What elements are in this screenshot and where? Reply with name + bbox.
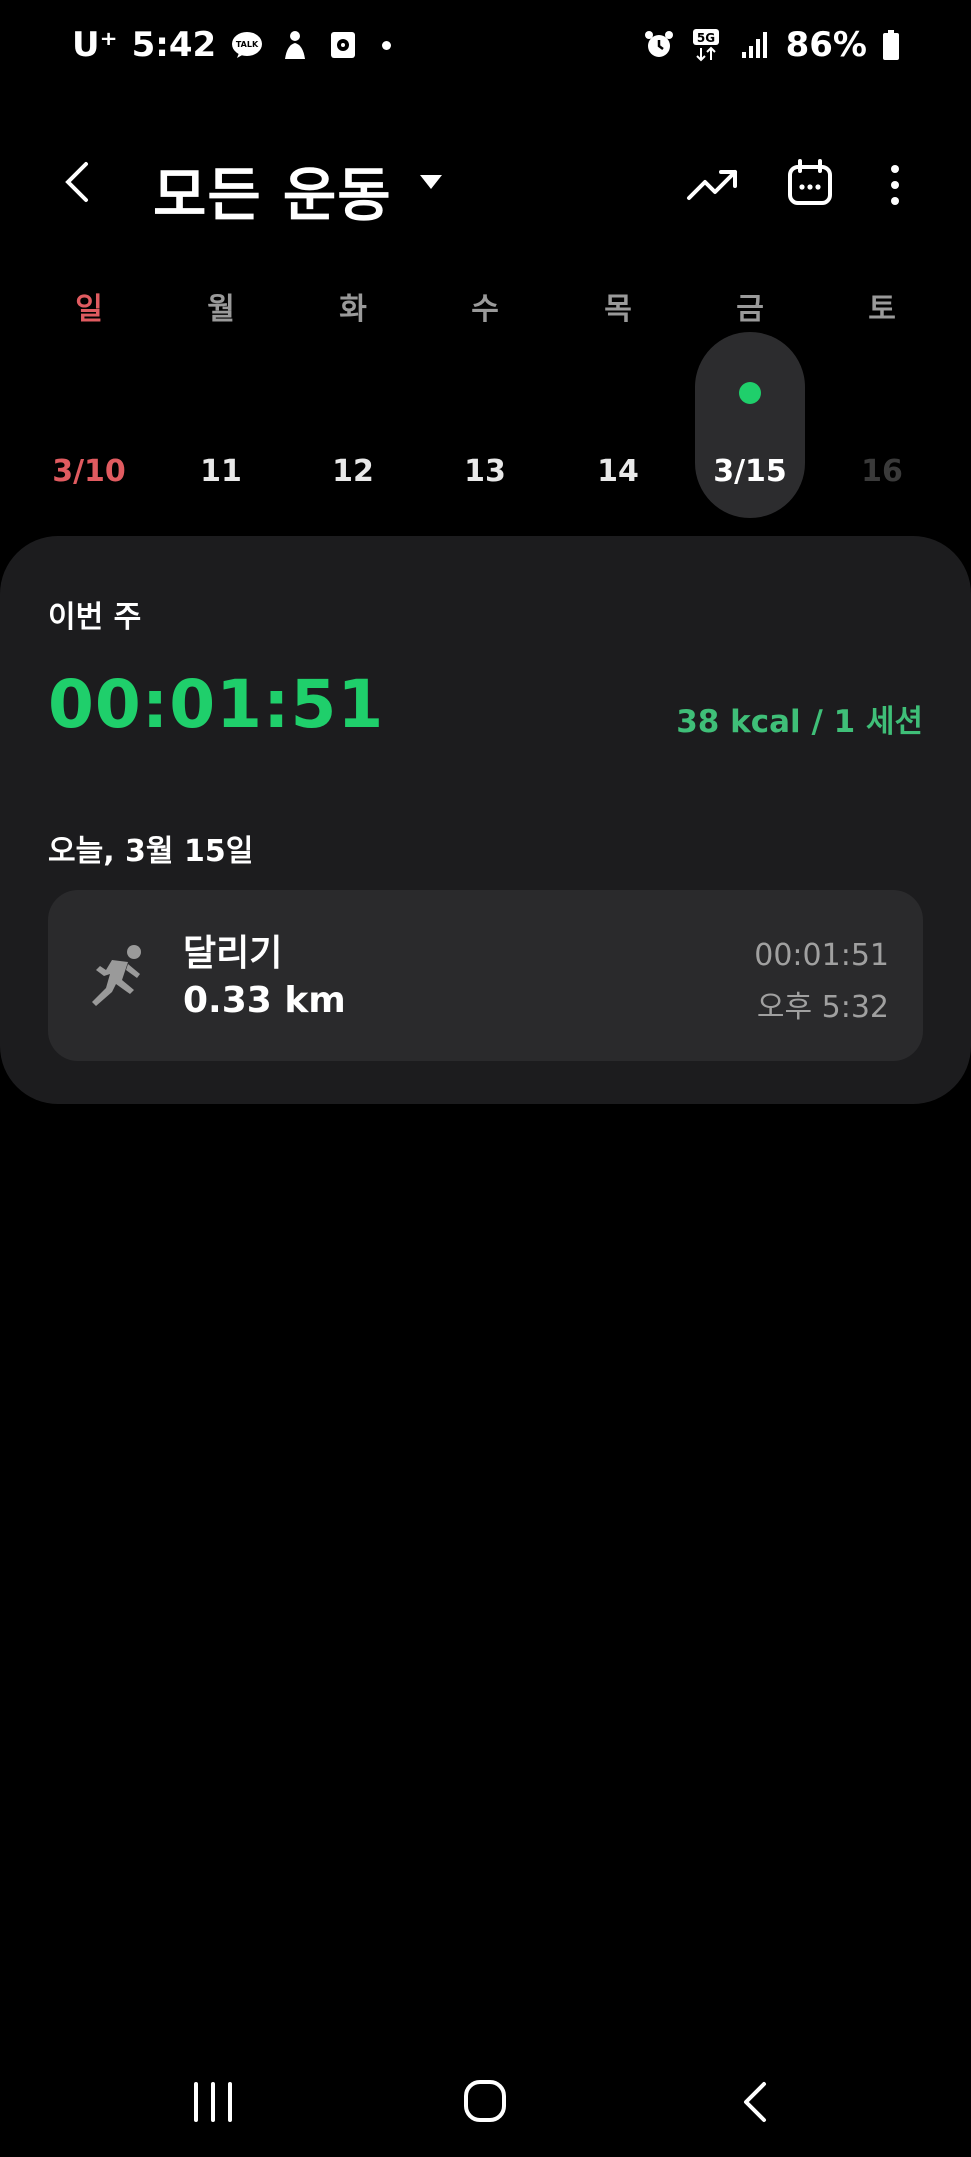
battery-icon [881,28,901,62]
battery-percent: 86% [785,25,867,65]
home-icon [464,2080,506,2122]
notification-figure-icon [278,28,312,62]
calendar-icon [788,159,832,205]
day-friday-selected[interactable]: 금 3/15 [695,272,805,532]
day-date: 12 [332,454,374,489]
status-bar-right: 5G 86% [642,25,901,65]
day-sunday[interactable]: 일 3/10 [34,272,144,532]
day-saturday: 토 16 [827,272,937,532]
nav-back-icon [744,2082,766,2122]
nav-back-button[interactable] [740,2080,770,2124]
trend-icon [687,170,737,200]
dot-icon [382,40,392,50]
workout-name: 달리기 [183,933,283,974]
day-date: 11 [200,454,242,489]
day-name: 목 [604,292,632,327]
running-icon [82,940,154,1010]
carrier-label: U⁺ [72,25,118,65]
back-button[interactable] [50,152,110,212]
signal-icon [738,28,772,62]
selected-day-highlight [695,332,805,518]
day-name: 수 [471,292,499,327]
screenshot-icon [326,28,360,62]
workout-distance: 0.33 km [183,980,346,1021]
week-label: 이번 주 [48,600,142,635]
day-name: 일 [75,292,103,327]
svg-text:TALK: TALK [236,40,259,49]
home-button[interactable] [462,2078,508,2124]
status-bar: U⁺ 5:42 TALK 5G 86% [0,0,971,90]
dropdown-icon[interactable] [418,172,444,192]
status-time: 5:42 [131,25,217,65]
day-name: 월 [207,292,235,327]
talk-icon: TALK [230,28,264,62]
workout-duration: 00:01:51 [754,938,889,973]
day-date: 13 [464,454,506,489]
recent-apps-button[interactable] [190,2080,236,2124]
recent-apps-icon [194,2082,232,2122]
workout-start-time: 오후 5:32 [756,990,889,1025]
weekly-total-time: 00:01:51 [48,666,385,743]
weekly-calories-sessions: 38 kcal / 1 세션 [676,704,923,740]
trend-button[interactable] [685,160,741,210]
more-options-button[interactable] [880,155,910,215]
page-title[interactable]: 모든 운동 [153,148,392,232]
app-bar: 모든 운동 [0,130,971,240]
day-wednesday[interactable]: 수 13 [430,272,540,532]
day-date: 3/15 [713,454,787,489]
day-date: 3/10 [52,454,126,489]
day-name: 금 [736,292,764,327]
more-icon [891,165,899,205]
alarm-icon [642,28,676,62]
system-navigation-bar [0,2040,971,2157]
day-name: 토 [868,292,896,327]
workout-indicator-dot [739,382,761,404]
calendar-button[interactable] [782,155,838,211]
day-monday[interactable]: 월 11 [166,272,276,532]
day-date: 16 [861,454,903,489]
day-date: 14 [597,454,639,489]
week-strip: 일 3/10 월 11 화 12 수 13 목 14 금 3/15 토 16 [0,272,971,532]
day-name: 화 [339,292,367,327]
today-date-label: 오늘, 3월 15일 [48,834,254,869]
workout-list-item[interactable]: 달리기 0.33 km 00:01:51 오후 5:32 [48,890,923,1061]
back-icon [65,162,88,202]
network-label: 5G [697,31,715,45]
status-bar-left: U⁺ 5:42 TALK [72,25,392,65]
day-thursday[interactable]: 목 14 [563,272,673,532]
day-tuesday[interactable]: 화 12 [298,272,408,532]
weekly-summary-card: 이번 주 00:01:51 38 kcal / 1 세션 오늘, 3월 15일 … [0,536,971,1104]
5g-icon: 5G [690,28,724,62]
